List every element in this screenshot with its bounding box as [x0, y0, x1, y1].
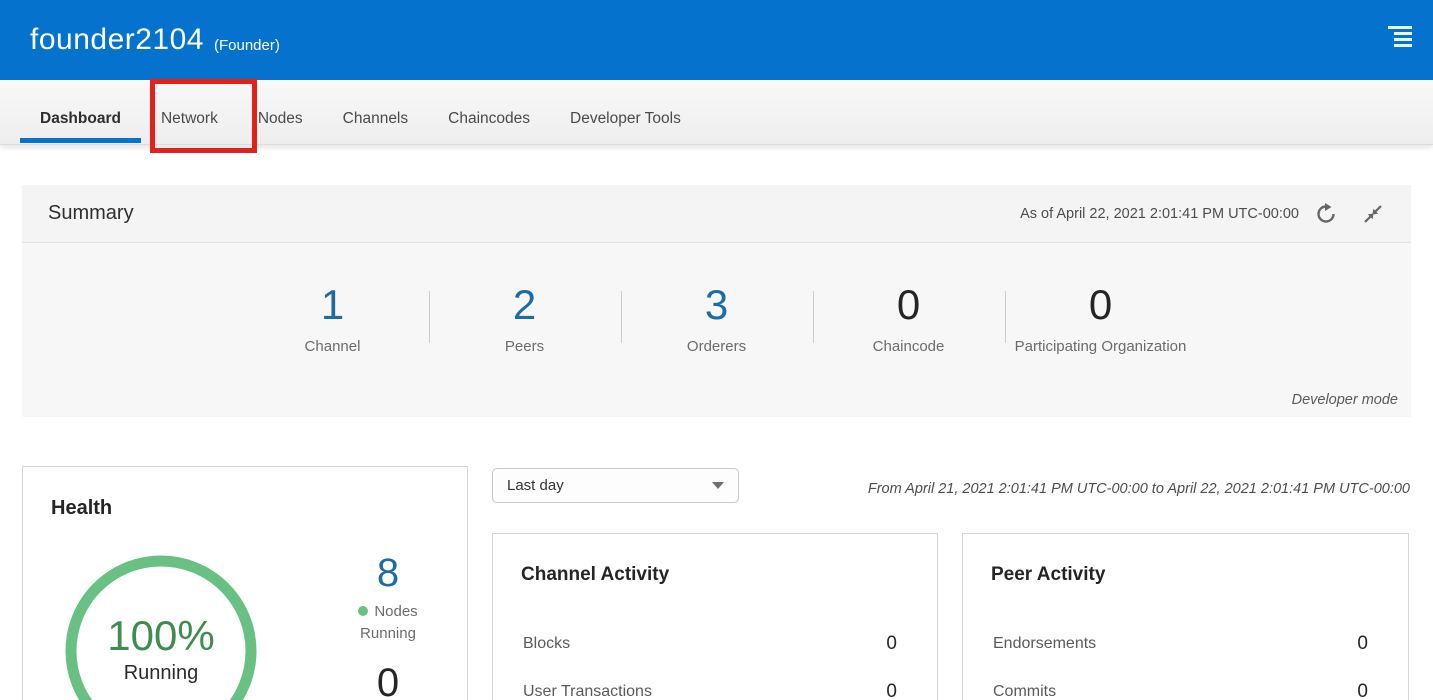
stat-channel: 1 Channel — [237, 281, 429, 357]
tab-label: Channels — [343, 110, 409, 128]
row-value: 0 — [886, 681, 897, 700]
tab-label: Chaincodes — [448, 110, 530, 128]
stat-label: Orderers — [621, 336, 813, 357]
health-percent: 100% — [61, 613, 261, 659]
nodes-running-label: Nodes Running — [313, 601, 463, 645]
row-value: 0 — [1357, 633, 1368, 655]
stat-participating-organization: 0 Participating Organization — [1005, 281, 1197, 357]
table-row: Blocks 0 — [493, 620, 937, 668]
stat-value: 0 — [813, 281, 1005, 329]
refresh-icon[interactable] — [1315, 203, 1337, 225]
instance-role: (Founder) — [214, 27, 280, 54]
peer-activity-card: Peer Activity Endorsements 0 Commits 0 — [962, 533, 1409, 700]
tab-chaincodes[interactable]: Chaincodes — [428, 80, 550, 144]
dashboard-page: founder2104 (Founder) Dashboard Network … — [0, 0, 1433, 700]
tab-channels[interactable]: Channels — [323, 80, 429, 144]
row-label: User Transactions — [523, 683, 652, 700]
summary-title: Summary — [48, 202, 1020, 225]
row-label: Endorsements — [993, 635, 1096, 653]
stat-label: Channel — [237, 336, 429, 357]
chevron-down-icon — [712, 482, 724, 489]
channel-activity-card: Channel Activity Blocks 0 User Transacti… — [492, 533, 938, 700]
summary-header: Summary As of April 22, 2021 2:01:41 PM … — [22, 185, 1411, 243]
health-ring: 100% Running — [61, 551, 261, 700]
peer-activity-title: Peer Activity — [991, 564, 1105, 586]
peer-activity-rows: Endorsements 0 Commits 0 — [963, 620, 1408, 700]
row-label: Blocks — [523, 635, 570, 653]
tab-label: Dashboard — [40, 110, 121, 128]
tab-network[interactable]: Network — [141, 80, 238, 144]
row-value: 0 — [886, 633, 897, 655]
menu-bar — [1388, 26, 1412, 29]
health-ring-text: 100% Running — [61, 551, 261, 685]
stat-peers: 2 Peers — [429, 281, 621, 357]
collapse-panel-icon[interactable] — [1363, 204, 1383, 224]
as-of-timestamp: As of April 22, 2021 2:01:41 PM UTC-00:0… — [1020, 206, 1299, 222]
stat-label: Chaincode — [813, 336, 1005, 357]
tab-label: Network — [161, 110, 218, 128]
table-row: Endorsements 0 — [963, 620, 1408, 668]
stat-chaincode: 0 Chaincode — [813, 281, 1005, 357]
summary-body: 1 Channel 2 Peers 3 Orderers 0 Chaincode… — [22, 243, 1411, 417]
developer-mode-note: Developer mode — [1292, 392, 1398, 408]
tab-label: Nodes — [258, 110, 303, 128]
nodes-running-label-line1: Nodes — [374, 603, 417, 620]
main-tabbar: Dashboard Network Nodes Channels Chainco… — [0, 80, 1433, 145]
stat-value: 2 — [429, 281, 621, 329]
app-header: founder2104 (Founder) — [0, 0, 1433, 80]
channel-activity-title: Channel Activity — [521, 564, 669, 586]
health-percent-label: Running — [61, 662, 261, 685]
summary-panel: Summary As of April 22, 2021 2:01:41 PM … — [22, 185, 1411, 417]
menu-bar — [1394, 38, 1412, 41]
nodes-second-value: 0 — [313, 661, 463, 700]
health-title: Health — [51, 497, 112, 520]
menu-bar — [1394, 44, 1412, 47]
menu-bar — [1394, 32, 1412, 35]
time-range-caption: From April 21, 2021 2:01:41 PM UTC-00:00… — [868, 481, 1410, 497]
tab-label: Developer Tools — [570, 110, 681, 128]
row-value: 0 — [1357, 681, 1368, 700]
row-label: Commits — [993, 683, 1056, 700]
stat-label: Participating Organization — [1005, 336, 1197, 357]
stat-label: Peers — [429, 336, 621, 357]
drawer-menu-icon[interactable] — [1388, 26, 1412, 52]
stat-value: 0 — [1005, 281, 1197, 329]
channel-activity-rows: Blocks 0 User Transactions 0 — [493, 620, 937, 700]
instance-title: founder2104 — [30, 23, 204, 57]
running-status-dot-icon — [358, 606, 368, 616]
stat-orderers: 3 Orderers — [621, 281, 813, 357]
nodes-running-label-line2: Running — [360, 625, 416, 642]
stat-value: 3 — [621, 281, 813, 329]
time-range-dropdown[interactable]: Last day — [492, 468, 739, 503]
tab-dashboard[interactable]: Dashboard — [20, 80, 141, 144]
nodes-running-value: 8 — [313, 551, 463, 595]
table-row: User Transactions 0 — [493, 668, 937, 700]
tab-nodes[interactable]: Nodes — [238, 80, 323, 144]
summary-stats: 1 Channel 2 Peers 3 Orderers 0 Chaincode… — [237, 243, 1197, 357]
tab-developer-tools[interactable]: Developer Tools — [550, 80, 701, 144]
health-side-stats: 8 Nodes Running 0 — [313, 551, 463, 700]
time-range-selected: Last day — [507, 477, 712, 494]
table-row: Commits 0 — [963, 668, 1408, 700]
stat-value: 1 — [237, 281, 429, 329]
health-card: Health 100% Running 8 Nodes Running 0 — [22, 466, 468, 700]
